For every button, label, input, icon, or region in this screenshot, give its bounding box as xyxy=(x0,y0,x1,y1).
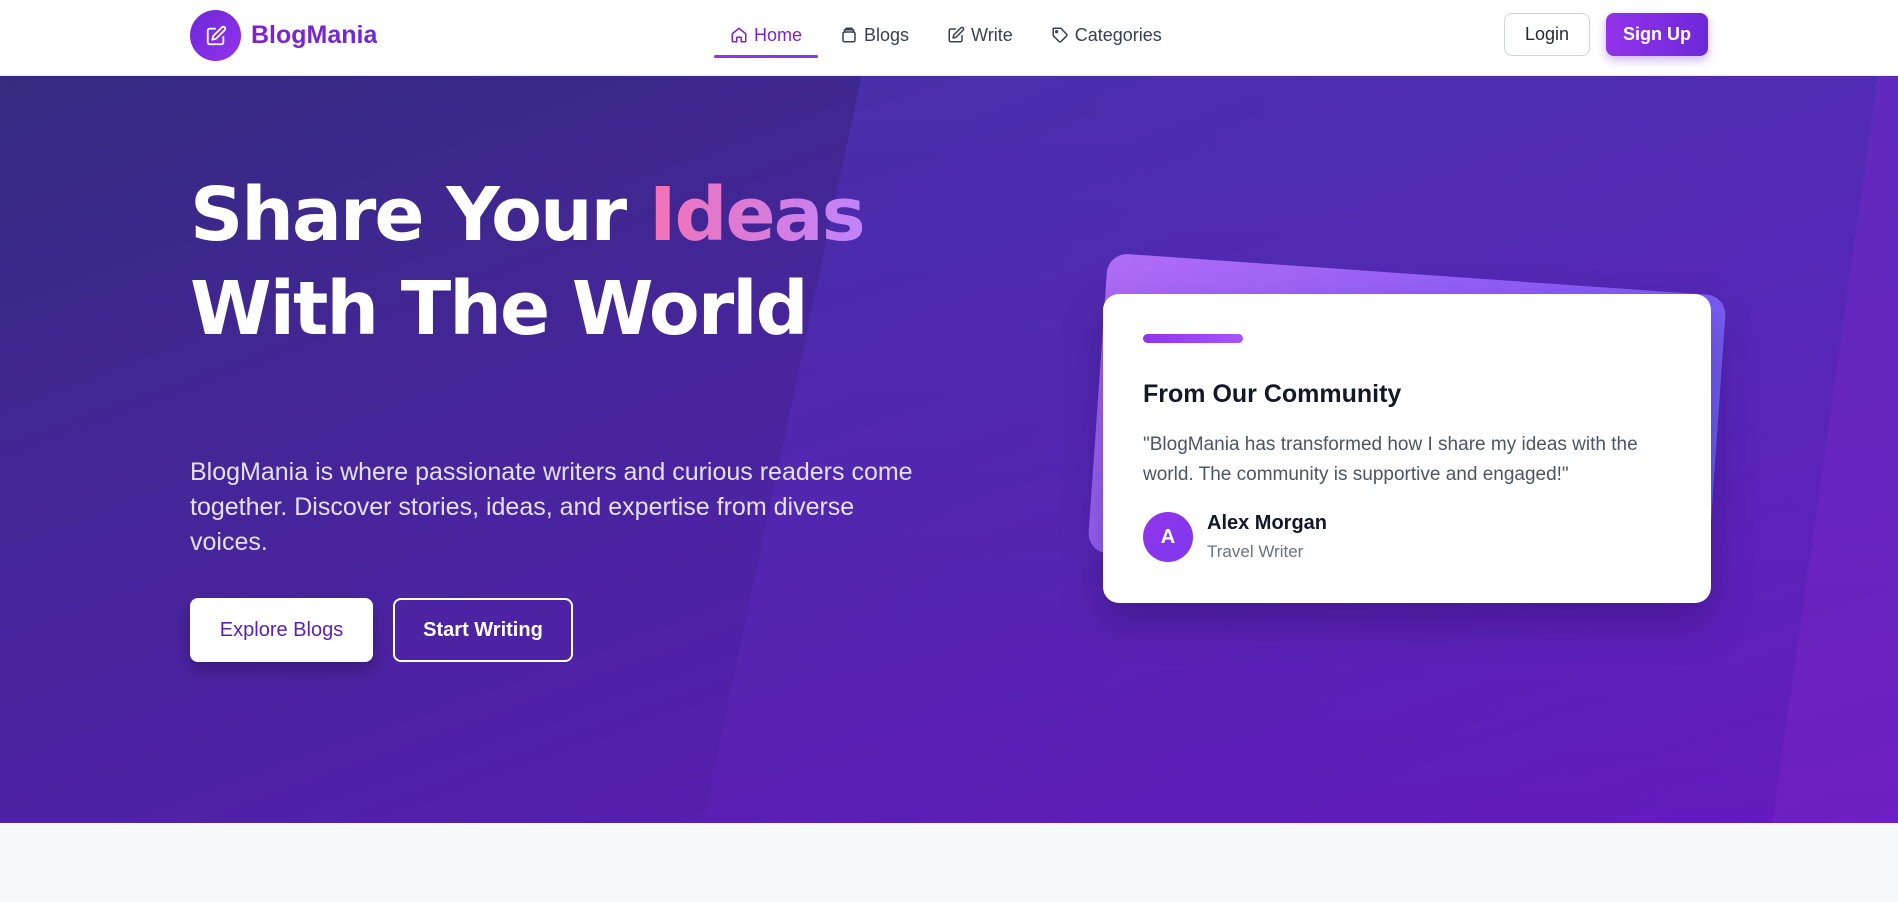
tag-icon xyxy=(1052,27,1068,43)
hero-title-line2: With The World xyxy=(190,266,809,352)
signup-button[interactable]: Sign Up xyxy=(1606,13,1708,56)
auth-actions: Login Sign Up xyxy=(1504,13,1708,56)
nav-item-write[interactable]: Write xyxy=(931,12,1029,58)
explore-blogs-button[interactable]: Explore Blogs xyxy=(190,598,373,662)
nav-item-label: Categories xyxy=(1074,24,1162,45)
main-nav: Home Blogs Write Categories xyxy=(714,12,1178,58)
avatar: A xyxy=(1143,512,1193,562)
hero-title-highlight: Ideas xyxy=(648,172,866,258)
nav-item-label: Home xyxy=(754,24,803,45)
nav-item-blogs[interactable]: Blogs xyxy=(824,12,925,58)
home-icon xyxy=(731,27,747,43)
hero-title-text: Share Your xyxy=(190,172,649,258)
start-writing-button[interactable]: Start Writing xyxy=(393,598,573,662)
card-accent-bar xyxy=(1143,334,1243,343)
brand[interactable]: BlogMania xyxy=(190,10,377,61)
hero-title: Share Your Ideas With The World xyxy=(190,168,950,356)
top-navbar: BlogMania Home Blogs Write Categories Lo… xyxy=(0,0,1898,76)
author-name: Alex Morgan xyxy=(1207,512,1328,534)
nav-item-label: Blogs xyxy=(864,24,910,45)
book-icon xyxy=(842,27,856,43)
hero-section: Share Your Ideas With The World BlogMani… xyxy=(0,76,1898,823)
login-button[interactable]: Login xyxy=(1504,13,1590,56)
nav-item-categories[interactable]: Categories xyxy=(1035,12,1178,58)
hero-buttons: Explore Blogs Start Writing xyxy=(190,598,573,662)
testimonial-quote: "BlogMania has transformed how I share m… xyxy=(1143,434,1638,485)
nav-item-label: Write xyxy=(971,24,1013,45)
edit-icon xyxy=(948,26,965,43)
testimonial-title: From Our Community xyxy=(1143,380,1402,408)
nav-item-home[interactable]: Home xyxy=(714,12,819,58)
brand-name: BlogMania xyxy=(251,21,378,49)
next-section xyxy=(0,823,1898,902)
author-role: Travel Writer xyxy=(1207,542,1304,561)
hero-description: BlogMania is where passionate writers an… xyxy=(190,458,913,556)
testimonial-card: From Our Community "BlogMania has transf… xyxy=(1103,294,1711,603)
edit-icon xyxy=(190,10,241,61)
